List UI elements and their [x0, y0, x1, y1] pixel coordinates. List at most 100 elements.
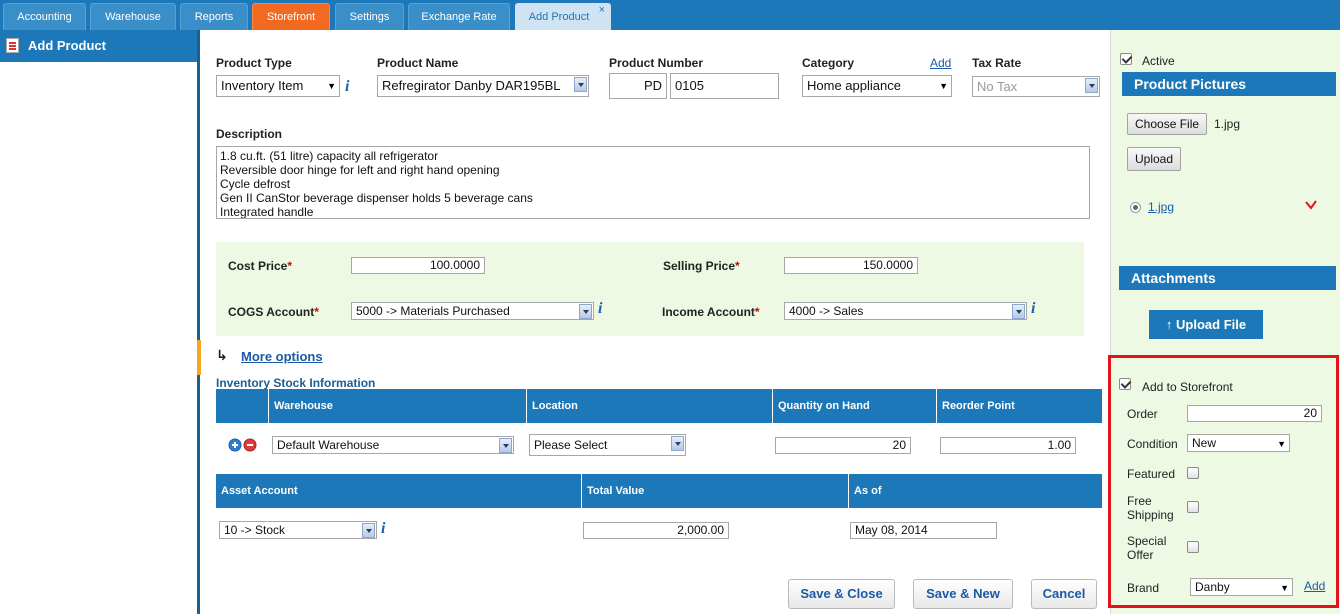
product-type-select[interactable]: Inventory Item ▼: [216, 75, 340, 97]
info-icon[interactable]: i: [381, 520, 385, 538]
chevron-down-icon: [579, 304, 592, 319]
chevron-down-icon: [362, 523, 375, 538]
order-input[interactable]: 20: [1187, 405, 1322, 422]
tab-add-product-label: Add Product: [528, 11, 590, 23]
column-header: Asset Account: [221, 485, 298, 497]
featured-checkbox[interactable]: [1187, 467, 1199, 479]
column-header: Warehouse: [268, 389, 526, 423]
chevron-down-icon: [574, 77, 587, 92]
chevron-down-icon: ▼: [327, 81, 336, 91]
column-header: Quantity on Hand: [772, 389, 936, 423]
chosen-file-name: 1.jpg: [1214, 117, 1241, 131]
panel-resize-handle[interactable]: [197, 340, 201, 375]
condition-label: Condition: [1127, 437, 1178, 451]
add-brand-link[interactable]: Add: [1304, 579, 1325, 593]
tab-add-product[interactable]: Add Product ×: [515, 3, 611, 30]
condition-select[interactable]: New ▼: [1187, 434, 1290, 452]
asset-account-select[interactable]: 10 -> Stock: [219, 521, 377, 539]
quantity-on-hand-input[interactable]: 20: [775, 437, 911, 454]
selling-price-input[interactable]: 150.0000: [784, 257, 918, 274]
tab-reports[interactable]: Reports: [180, 3, 248, 30]
product-number-label: Product Number: [609, 56, 704, 70]
free-shipping-checkbox[interactable]: [1187, 501, 1199, 513]
brand-select[interactable]: Danby ▼: [1190, 578, 1293, 596]
tab-accounting[interactable]: Accounting: [3, 3, 86, 30]
top-tab-bar: Accounting Warehouse Reports Storefront …: [0, 0, 1340, 30]
chevron-down-icon: [499, 438, 512, 453]
more-options-link[interactable]: More options: [241, 349, 323, 364]
column-header: As of: [848, 474, 1102, 508]
reorder-point-input[interactable]: 1.00: [940, 437, 1076, 454]
close-icon[interactable]: ×: [599, 0, 605, 24]
product-number-prefix[interactable]: PD: [609, 73, 667, 99]
upload-button[interactable]: Upload: [1127, 147, 1182, 171]
category-value: Home appliance: [807, 78, 901, 93]
add-to-storefront-checkbox[interactable]: [1119, 378, 1131, 390]
location-value: Please Select: [534, 438, 608, 452]
upload-file-label: Upload File: [1176, 317, 1247, 332]
chevron-down-icon: ▼: [1277, 439, 1286, 449]
add-row-icon[interactable]: [228, 438, 258, 452]
category-select[interactable]: Home appliance ▼: [802, 75, 952, 97]
special-offer-checkbox[interactable]: [1187, 541, 1199, 553]
save-close-button[interactable]: Save & Close: [788, 579, 895, 609]
chevron-down-icon: ▼: [939, 81, 948, 91]
warehouse-value: Default Warehouse: [277, 438, 380, 452]
income-account-select[interactable]: 4000 -> Sales: [784, 302, 1027, 320]
description-textarea[interactable]: 1.8 cu.ft. (51 litre) capacity all refri…: [216, 146, 1090, 219]
add-category-link[interactable]: Add: [930, 56, 951, 70]
cogs-account-select[interactable]: 5000 -> Materials Purchased: [351, 302, 594, 320]
document-icon: [6, 38, 19, 53]
upload-file-button[interactable]: ↑ Upload File: [1149, 310, 1263, 339]
active-label: Active: [1142, 54, 1175, 68]
chevron-down-icon: ▼: [1280, 583, 1289, 593]
attachments-header: Attachments: [1119, 266, 1336, 290]
choose-file-button[interactable]: Choose File: [1127, 113, 1208, 135]
product-type-label: Product Type: [216, 56, 292, 70]
condition-value: New: [1192, 436, 1217, 450]
active-checkbox[interactable]: [1120, 53, 1132, 65]
income-account-label: Income Account*: [662, 305, 760, 319]
picture-radio[interactable]: [1130, 202, 1141, 213]
tab-exchange-rate[interactable]: Exchange Rate: [408, 3, 510, 30]
info-icon[interactable]: i: [598, 300, 602, 318]
sidebar-title: Add Product: [28, 38, 106, 53]
save-new-button[interactable]: Save & New: [913, 579, 1013, 609]
income-account-value: 4000 -> Sales: [789, 304, 864, 318]
column-header: Total Value: [581, 474, 848, 508]
product-name-label: Product Name: [377, 56, 459, 70]
tax-rate-value: No Tax: [977, 79, 1018, 94]
cost-price-label: Cost Price*: [228, 259, 293, 273]
asset-account-value: 10 -> Stock: [224, 523, 286, 537]
arrow-right-icon: ↳: [216, 347, 228, 363]
cancel-button[interactable]: Cancel: [1031, 579, 1097, 609]
product-name-input[interactable]: Refregirator Danby DAR195BL: [377, 75, 589, 97]
category-label: Category: [802, 56, 855, 70]
tab-settings[interactable]: Settings: [335, 3, 404, 30]
tax-rate-select[interactable]: No Tax: [972, 76, 1100, 97]
free-shipping-label: Free Shipping: [1127, 494, 1174, 522]
tab-storefront[interactable]: Storefront: [252, 3, 330, 30]
chevron-down-icon: [1012, 304, 1025, 319]
as-of-date-input[interactable]: May 08, 2014: [850, 522, 997, 539]
total-value-input[interactable]: 2,000.00: [583, 522, 729, 539]
delete-icon[interactable]: [1305, 200, 1317, 210]
special-offer-label: Special Offer: [1127, 534, 1167, 562]
warehouse-select[interactable]: Default Warehouse: [272, 436, 514, 454]
picture-link[interactable]: 1.jpg: [1148, 200, 1174, 214]
location-select[interactable]: Please Select: [529, 434, 686, 456]
product-number-input[interactable]: 0105: [670, 73, 779, 99]
tab-warehouse[interactable]: Warehouse: [90, 3, 176, 30]
sidebar: Add Product: [0, 30, 200, 614]
featured-label: Featured: [1127, 467, 1176, 481]
cost-price-input[interactable]: 100.0000: [351, 257, 485, 274]
info-icon[interactable]: i: [1031, 300, 1035, 318]
brand-value: Danby: [1195, 580, 1230, 594]
upload-icon: ↑: [1165, 317, 1173, 332]
info-icon[interactable]: i: [345, 78, 349, 96]
pricing-section: [216, 242, 1084, 336]
cogs-account-label: COGS Account*: [228, 305, 319, 319]
inventory-section-title: Inventory Stock Information: [216, 376, 376, 390]
tax-rate-label: Tax Rate: [972, 56, 1022, 70]
cogs-account-value: 5000 -> Materials Purchased: [356, 304, 510, 318]
